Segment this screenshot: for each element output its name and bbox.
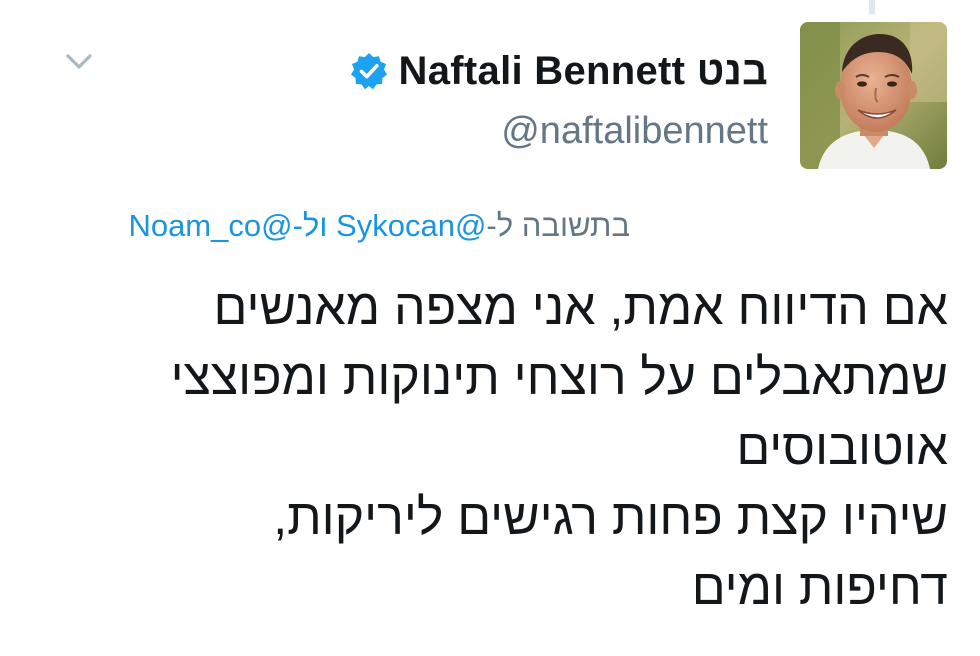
thread-connector-line [869,0,875,14]
author-name-row[interactable]: Naftali Bennett בנט [349,40,768,102]
tweet-card: Naftali Bennett בנט @naftalibennett בתשו… [0,0,980,656]
author-display-name[interactable]: Naftali Bennett בנט [399,49,768,94]
tweet-text: אם הדיווח אמת, אני מצפה מאנשים שמתאבלים … [170,279,948,615]
reply-joiner: ול- [292,208,337,243]
verified-badge-icon [350,53,387,90]
reply-context: בתשובה ל-@Sykocan ול-@Noam_co [128,208,630,244]
mention-link-noam-co[interactable]: @Noam_co [128,208,292,243]
chevron-down-icon[interactable] [62,46,96,76]
reply-prefix: בתשובה ל- [486,208,630,243]
author-handle[interactable]: @naftalibennett [501,110,768,153]
avatar[interactable] [800,22,947,169]
mention-link-sykocan[interactable]: @Sykocan [336,208,486,243]
